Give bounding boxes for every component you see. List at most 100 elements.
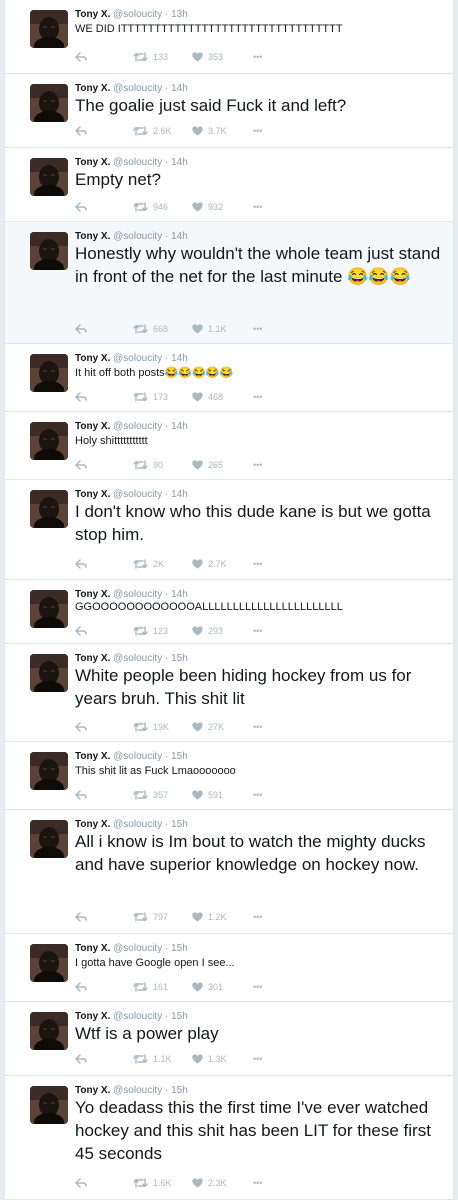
avatar[interactable] [30, 1086, 68, 1124]
user-handle[interactable]: @soloucity [113, 157, 162, 168]
more-button[interactable]: ••• [253, 720, 262, 734]
like-button[interactable]: 591 [192, 788, 223, 802]
tweet-time[interactable]: 14h [171, 231, 188, 242]
reply-button[interactable] [75, 200, 87, 214]
user-name[interactable]: Tony X. [75, 489, 110, 500]
like-button[interactable]: 301 [192, 980, 223, 994]
like-button[interactable]: 27K [192, 720, 224, 734]
tweet-time[interactable]: 15h [171, 1011, 188, 1022]
retweet-button[interactable]: 90 [133, 458, 163, 472]
tweet-item[interactable]: Tony X. @soloucity · 14h GGOOOOOOOOOOOOAL… [5, 580, 453, 644]
more-button[interactable]: ••• [253, 200, 262, 214]
user-name[interactable]: Tony X. [75, 83, 110, 94]
user-handle[interactable]: @soloucity [113, 353, 162, 364]
tweet-time[interactable]: 13h [171, 9, 188, 20]
more-button[interactable]: ••• [253, 910, 262, 924]
more-button[interactable]: ••• [253, 124, 262, 138]
avatar[interactable] [30, 490, 68, 528]
tweet-item[interactable]: Tony X. @soloucity · 15h Yo deadass this … [5, 1076, 453, 1200]
reply-button[interactable] [75, 624, 87, 638]
more-button[interactable]: ••• [253, 1176, 262, 1190]
tweet-time[interactable]: 15h [171, 751, 188, 762]
user-name[interactable]: Tony X. [75, 1085, 110, 1096]
tweet-time[interactable]: 15h [171, 819, 188, 830]
tweet-item[interactable]: Tony X. @soloucity · 15h All i know is Im… [5, 810, 453, 934]
like-button[interactable]: 293 [192, 624, 223, 638]
tweet-item[interactable]: Tony X. @soloucity · 14h The goalie just … [5, 74, 453, 148]
reply-button[interactable] [75, 910, 87, 924]
tweet-item[interactable]: Tony X. @soloucity · 14h Empty net? 946 932… [5, 148, 453, 222]
reply-button[interactable] [75, 1176, 87, 1190]
retweet-button[interactable]: 2K [133, 557, 164, 571]
like-button[interactable]: 353 [192, 50, 223, 64]
reply-button[interactable] [75, 980, 87, 994]
tweet-time[interactable]: 14h [171, 589, 188, 600]
tweet-time[interactable]: 14h [171, 421, 188, 432]
retweet-button[interactable]: 797 [133, 910, 168, 924]
user-handle[interactable]: @soloucity [113, 489, 162, 500]
more-button[interactable]: ••• [253, 624, 262, 638]
user-name[interactable]: Tony X. [75, 9, 110, 20]
user-handle[interactable]: @soloucity [113, 1085, 162, 1096]
reply-button[interactable] [75, 1052, 87, 1066]
retweet-button[interactable]: 2.6K [133, 124, 172, 138]
retweet-button[interactable]: 946 [133, 200, 168, 214]
tweet-item[interactable]: Tony X. @soloucity · 15h Wtf is a power p… [5, 1002, 453, 1076]
user-handle[interactable]: @soloucity [113, 589, 162, 600]
more-button[interactable]: ••• [253, 1052, 262, 1066]
user-handle[interactable]: @soloucity [113, 421, 162, 432]
more-button[interactable]: ••• [253, 458, 262, 472]
user-handle[interactable]: @soloucity [113, 1011, 162, 1022]
like-button[interactable]: 265 [192, 458, 223, 472]
tweet-item[interactable]: Tony X. @soloucity · 14h Holy shitttttttt… [5, 412, 453, 480]
avatar[interactable] [30, 1012, 68, 1050]
like-button[interactable]: 1.2K [192, 910, 227, 924]
more-button[interactable]: ••• [253, 50, 262, 64]
tweet-item[interactable]: Tony X. @soloucity · 14h I don't know who… [5, 480, 453, 580]
avatar[interactable] [30, 654, 68, 692]
more-button[interactable]: ••• [253, 980, 262, 994]
tweet-time[interactable]: 14h [171, 83, 188, 94]
user-name[interactable]: Tony X. [75, 943, 110, 954]
like-button[interactable]: 1.3K [192, 1052, 227, 1066]
more-button[interactable]: ••• [253, 557, 262, 571]
reply-button[interactable] [75, 788, 87, 802]
user-handle[interactable]: @soloucity [113, 819, 162, 830]
like-button[interactable]: 3.7K [192, 124, 227, 138]
user-name[interactable]: Tony X. [75, 231, 110, 242]
user-name[interactable]: Tony X. [75, 819, 110, 830]
tweet-time[interactable]: 14h [171, 353, 188, 364]
user-name[interactable]: Tony X. [75, 421, 110, 432]
retweet-button[interactable]: 173 [133, 390, 168, 404]
tweet-time[interactable]: 15h [171, 1085, 188, 1096]
tweet-item[interactable]: Tony X. @soloucity · 14h It hit off both … [5, 344, 453, 412]
like-button[interactable]: 1.1K [192, 322, 227, 336]
reply-button[interactable] [75, 557, 87, 571]
reply-button[interactable] [75, 458, 87, 472]
tweet-time[interactable]: 14h [171, 157, 188, 168]
reply-button[interactable] [75, 124, 87, 138]
like-button[interactable]: 932 [192, 200, 223, 214]
retweet-button[interactable]: 133 [133, 50, 168, 64]
retweet-button[interactable]: 1.6K [133, 1176, 172, 1190]
user-handle[interactable]: @soloucity [113, 943, 162, 954]
user-name[interactable]: Tony X. [75, 1011, 110, 1022]
user-name[interactable]: Tony X. [75, 353, 110, 364]
user-name[interactable]: Tony X. [75, 751, 110, 762]
more-button[interactable]: ••• [253, 322, 262, 336]
user-handle[interactable]: @soloucity [113, 9, 162, 20]
avatar[interactable] [30, 820, 68, 858]
user-handle[interactable]: @soloucity [113, 653, 162, 664]
retweet-button[interactable]: 123 [133, 624, 168, 638]
tweet-item[interactable]: Tony X. @soloucity · 14h Honestly why wou… [5, 222, 453, 344]
tweet-time[interactable]: 15h [171, 653, 188, 664]
tweet-time[interactable]: 14h [171, 489, 188, 500]
tweet-item[interactable]: Tony X. @soloucity · 15h This shit lit as… [5, 742, 453, 810]
user-name[interactable]: Tony X. [75, 653, 110, 664]
retweet-button[interactable]: 668 [133, 322, 168, 336]
user-name[interactable]: Tony X. [75, 589, 110, 600]
avatar[interactable] [30, 752, 68, 790]
reply-button[interactable] [75, 322, 87, 336]
retweet-button[interactable]: 161 [133, 980, 168, 994]
avatar[interactable] [30, 590, 68, 628]
